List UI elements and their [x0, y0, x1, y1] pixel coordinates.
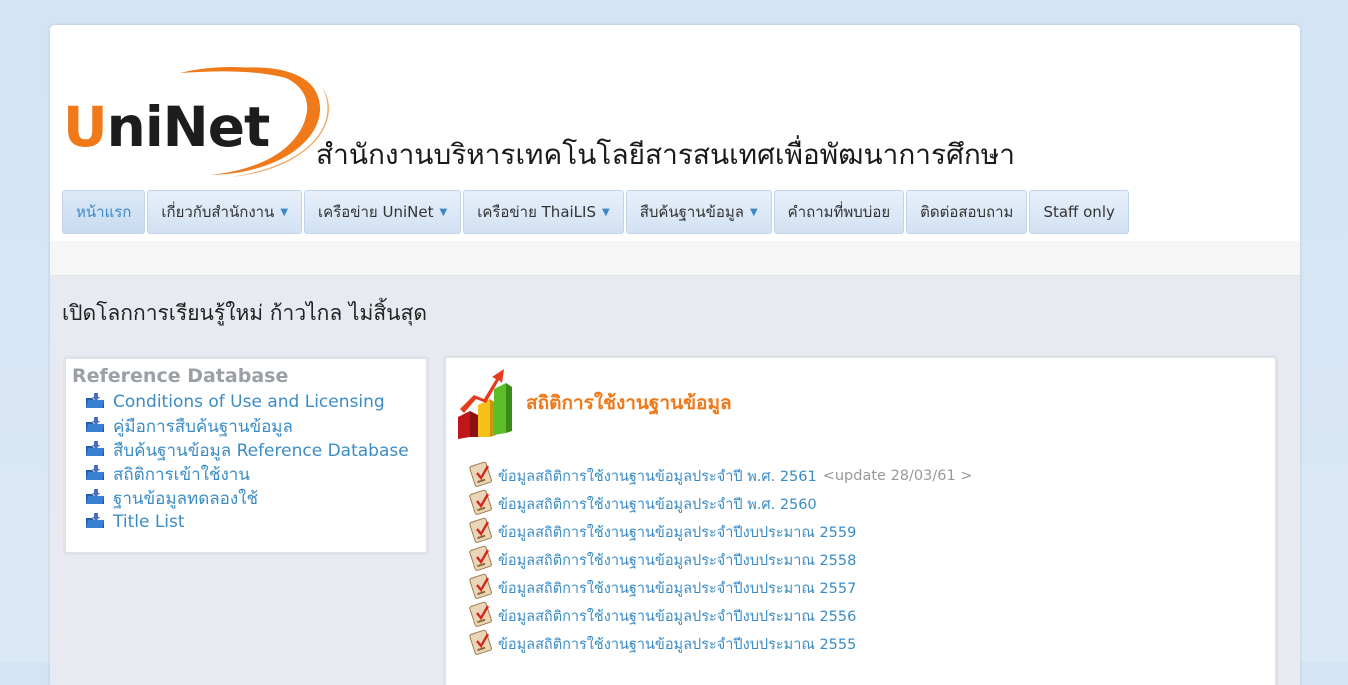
list-item: ข้อมูลสถิติการใช้งานฐานข้อมูลประจำปี พ.ศ…: [468, 461, 973, 491]
org-name: สำนักงานบริหารเทคโนโลยีสารสนเทศเพื่อพัฒน…: [316, 138, 1015, 171]
nav-item-2[interactable]: เครือข่าย UniNet ▼: [304, 190, 462, 234]
list-item: ข้อมูลสถิติการใช้งานฐานข้อมูลประจำปีงบปร…: [468, 629, 972, 659]
tagline: เปิดโลกการเรียนรู้ใหม่ ก้าวไกล ไม่สิ้นสุ…: [62, 301, 427, 325]
reference-links: Conditions of Use and Licensing คู่มือการ…: [85, 390, 409, 534]
stats-link[interactable]: ข้อมูลสถิติการใช้งานฐานข้อมูลประจำปีงบปร…: [498, 633, 856, 656]
reference-database-panel: Reference Database Conditions of Use and…: [63, 356, 429, 555]
reference-link[interactable]: Title List: [113, 512, 185, 532]
nav-item-label: เครือข่าย ThaiLIS: [477, 203, 596, 221]
nav-item-label: ติดต่อสอบถาม: [920, 203, 1014, 221]
nav-item-5[interactable]: คำถามที่พบบ่อย: [773, 190, 905, 234]
document-check-icon: [468, 517, 494, 547]
folder-icon: [85, 488, 105, 509]
reference-link[interactable]: Conditions of Use and Licensing: [113, 392, 385, 412]
list-item: Conditions of Use and Licensing: [85, 390, 409, 414]
nav-item-4[interactable]: สืบค้นฐานข้อมูล ▼: [625, 190, 772, 234]
folder-icon: [85, 512, 105, 533]
reference-link[interactable]: คู่มือการสืบค้นฐานข้อมูล: [113, 413, 293, 440]
nav-item-0[interactable]: หน้าแรก: [62, 190, 146, 234]
reference-link[interactable]: สืบค้นฐานข้อมูล Reference Database: [113, 437, 409, 464]
folder-icon: [85, 416, 105, 437]
nav-item-label: Staff only: [1043, 203, 1115, 221]
chevron-down-icon: ▼: [280, 206, 289, 218]
page-container: UniNet สำนักงานบริหารเทคโนโลยีสารสนเทศเพ…: [50, 25, 1300, 685]
reference-link[interactable]: ฐานข้อมูลทดลองใช้: [113, 485, 258, 512]
folder-icon: [85, 392, 105, 413]
stats-link[interactable]: ข้อมูลสถิติการใช้งานฐานข้อมูลประจำปีงบปร…: [498, 521, 856, 544]
bar-chart-icon: [458, 369, 512, 439]
document-check-icon: [468, 489, 494, 519]
nav-item-1[interactable]: เกี่ยวกับสำนักงาน ▼: [147, 190, 303, 234]
list-item: สืบค้นฐานข้อมูล Reference Database: [85, 438, 409, 462]
stats-link[interactable]: ข้อมูลสถิติการใช้งานฐานข้อมูลประจำปี พ.ศ…: [498, 465, 817, 488]
nav-item-label: เครือข่าย UniNet: [318, 203, 434, 221]
stats-panel: สถิติการใช้งานฐานข้อมูล ข้อมูลสถิติการใช…: [443, 355, 1278, 685]
chevron-down-icon: ▼: [439, 206, 448, 218]
stats-links: ข้อมูลสถิติการใช้งานฐานข้อมูลประจำปี พ.ศ…: [468, 461, 973, 659]
list-item: ข้อมูลสถิติการใช้งานฐานข้อมูลประจำปีงบปร…: [468, 545, 972, 575]
list-item: ฐานข้อมูลทดลองใช้: [85, 486, 409, 510]
document-check-icon: [468, 601, 494, 631]
list-item: ข้อมูลสถิติการใช้งานฐานข้อมูลประจำปีงบปร…: [468, 601, 972, 631]
site-header: UniNet สำนักงานบริหารเทคโนโลยีสารสนเทศเพ…: [50, 25, 1300, 241]
nav-item-label: สืบค้นฐานข้อมูล: [639, 203, 744, 221]
list-item: คู่มือการสืบค้นฐานข้อมูล: [85, 414, 409, 438]
nav-item-3[interactable]: เครือข่าย ThaiLIS ▼: [463, 190, 624, 234]
list-item: สถิติการเข้าใช้งาน: [85, 462, 409, 486]
chevron-down-icon: ▼: [601, 206, 610, 218]
nav-item-label: เกี่ยวกับสำนักงาน: [161, 203, 275, 221]
list-item: Title List: [85, 510, 409, 534]
nav-item-label: หน้าแรก: [76, 203, 132, 221]
document-check-icon: [468, 461, 494, 491]
stats-link[interactable]: ข้อมูลสถิติการใช้งานฐานข้อมูลประจำปีงบปร…: [498, 605, 856, 628]
document-check-icon: [468, 545, 494, 575]
document-check-icon: [468, 629, 494, 659]
nav-item-7[interactable]: Staff only: [1029, 190, 1129, 234]
list-item: ข้อมูลสถิติการใช้งานฐานข้อมูลประจำปีงบปร…: [468, 517, 972, 547]
list-item: ข้อมูลสถิติการใช้งานฐานข้อมูลประจำปี พ.ศ…: [468, 489, 972, 519]
stats-link[interactable]: ข้อมูลสถิติการใช้งานฐานข้อมูลประจำปี พ.ศ…: [498, 493, 817, 516]
list-item: ข้อมูลสถิติการใช้งานฐานข้อมูลประจำปีงบปร…: [468, 573, 972, 603]
reference-link[interactable]: สถิติการเข้าใช้งาน: [113, 461, 250, 488]
main-nav: หน้าแรก เกี่ยวกับสำนักงาน ▼ เครือข่าย UniNe…: [62, 190, 1129, 236]
stats-link[interactable]: ข้อมูลสถิติการใช้งานฐานข้อมูลประจำปีงบปร…: [498, 549, 856, 572]
chevron-down-icon: ▼: [749, 206, 758, 218]
stats-title: สถิติการใช้งานฐานข้อมูล: [526, 392, 732, 414]
logo-text: UniNet: [63, 95, 270, 159]
nav-item-6[interactable]: ติดต่อสอบถาม: [906, 190, 1028, 234]
stats-link[interactable]: ข้อมูลสถิติการใช้งานฐานข้อมูลประจำปีงบปร…: [498, 577, 856, 600]
document-check-icon: [468, 573, 494, 603]
update-note: <update 28/03/61 >: [822, 468, 973, 484]
nav-item-label: คำถามที่พบบ่อย: [787, 203, 891, 221]
folder-icon: [85, 464, 105, 485]
reference-database-title: Reference Database: [72, 365, 289, 387]
sub-bar: [50, 241, 1300, 276]
folder-icon: [85, 440, 105, 461]
